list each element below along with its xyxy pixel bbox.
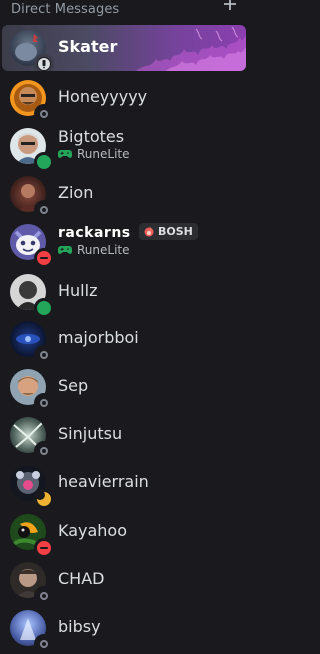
guild-tag-text: BOSH	[158, 225, 193, 238]
dm-item-bigtotes[interactable]: Bigtotes RuneLite	[2, 123, 246, 172]
dm-activity-text: RuneLite	[77, 147, 130, 161]
status-offline-icon	[34, 393, 54, 413]
dm-item-majorbboi[interactable]: majorbboi	[2, 316, 246, 365]
status-online-icon	[34, 298, 54, 318]
dm-header-title: Direct Messages	[11, 2, 120, 17]
avatar	[10, 562, 54, 606]
dm-activity: RuneLite	[58, 147, 130, 161]
dm-username: Hullz	[58, 281, 98, 300]
dm-username: Zion	[58, 183, 94, 202]
dm-activity-text: RuneLite	[77, 243, 130, 257]
status-offline-icon	[34, 104, 54, 124]
dm-username: Sinjutsu	[58, 424, 123, 443]
status-offline-icon	[34, 200, 54, 220]
dm-username: Kayahoo	[58, 521, 128, 540]
dm-username: rackarns	[58, 225, 131, 241]
status-online-icon	[34, 152, 54, 172]
avatar	[10, 176, 54, 220]
dm-item-hullz[interactable]: Hullz	[2, 269, 246, 318]
status-dnd-icon	[34, 248, 54, 268]
dm-item-bibsy[interactable]: bibsy	[2, 605, 246, 654]
dm-username: Skater	[58, 37, 118, 56]
dm-username: Bigtotes	[58, 127, 125, 146]
avatar	[10, 369, 54, 413]
avatar	[10, 274, 54, 318]
status-offline-icon	[34, 634, 54, 654]
status-offline-icon	[34, 586, 54, 606]
flame-icon	[144, 226, 154, 237]
dm-username: Sep	[58, 376, 89, 395]
flame-banner-decoration	[136, 26, 246, 71]
status-dnd-icon	[34, 538, 54, 558]
dm-item-honeyyyyy[interactable]: Honeyyyyy	[2, 75, 246, 124]
dm-username: CHAD	[58, 569, 105, 588]
avatar	[10, 128, 54, 172]
avatar	[10, 610, 54, 654]
gamepad-icon	[58, 150, 72, 158]
dm-item-heavierrain[interactable]: heavierrain	[2, 460, 246, 509]
plus-icon[interactable]	[222, 0, 238, 13]
status-offline-icon	[34, 441, 54, 461]
avatar	[10, 465, 54, 509]
dm-activity: RuneLite	[58, 243, 130, 257]
dm-item-kayahoo[interactable]: Kayahoo	[2, 509, 246, 558]
avatar	[10, 417, 54, 461]
dm-item-sep[interactable]: Sep	[2, 364, 246, 413]
avatar	[10, 30, 54, 71]
avatar	[10, 224, 54, 268]
status-mobile-icon	[34, 54, 54, 71]
dm-item-chad[interactable]: CHAD	[2, 557, 246, 606]
dm-username: bibsy	[58, 617, 101, 636]
dm-item-sinjutsu[interactable]: Sinjutsu	[2, 412, 246, 461]
gamepad-icon	[58, 246, 72, 254]
status-idle-icon	[34, 489, 54, 509]
avatar	[10, 80, 54, 124]
dm-username: heavierrain	[58, 472, 149, 491]
status-offline-icon	[34, 345, 54, 365]
dm-header: Direct Messages	[0, 0, 246, 22]
dm-item-skater[interactable]: Skater	[2, 25, 246, 71]
dm-username: Honeyyyyy	[58, 87, 148, 106]
avatar	[10, 514, 54, 558]
dm-item-zion[interactable]: Zion	[2, 171, 246, 220]
avatar	[10, 321, 54, 365]
guild-tag[interactable]: BOSH	[139, 223, 198, 240]
dm-username: majorbboi	[58, 328, 139, 347]
dm-item-rackarns[interactable]: rackarns BOSH RuneLite	[2, 219, 246, 268]
